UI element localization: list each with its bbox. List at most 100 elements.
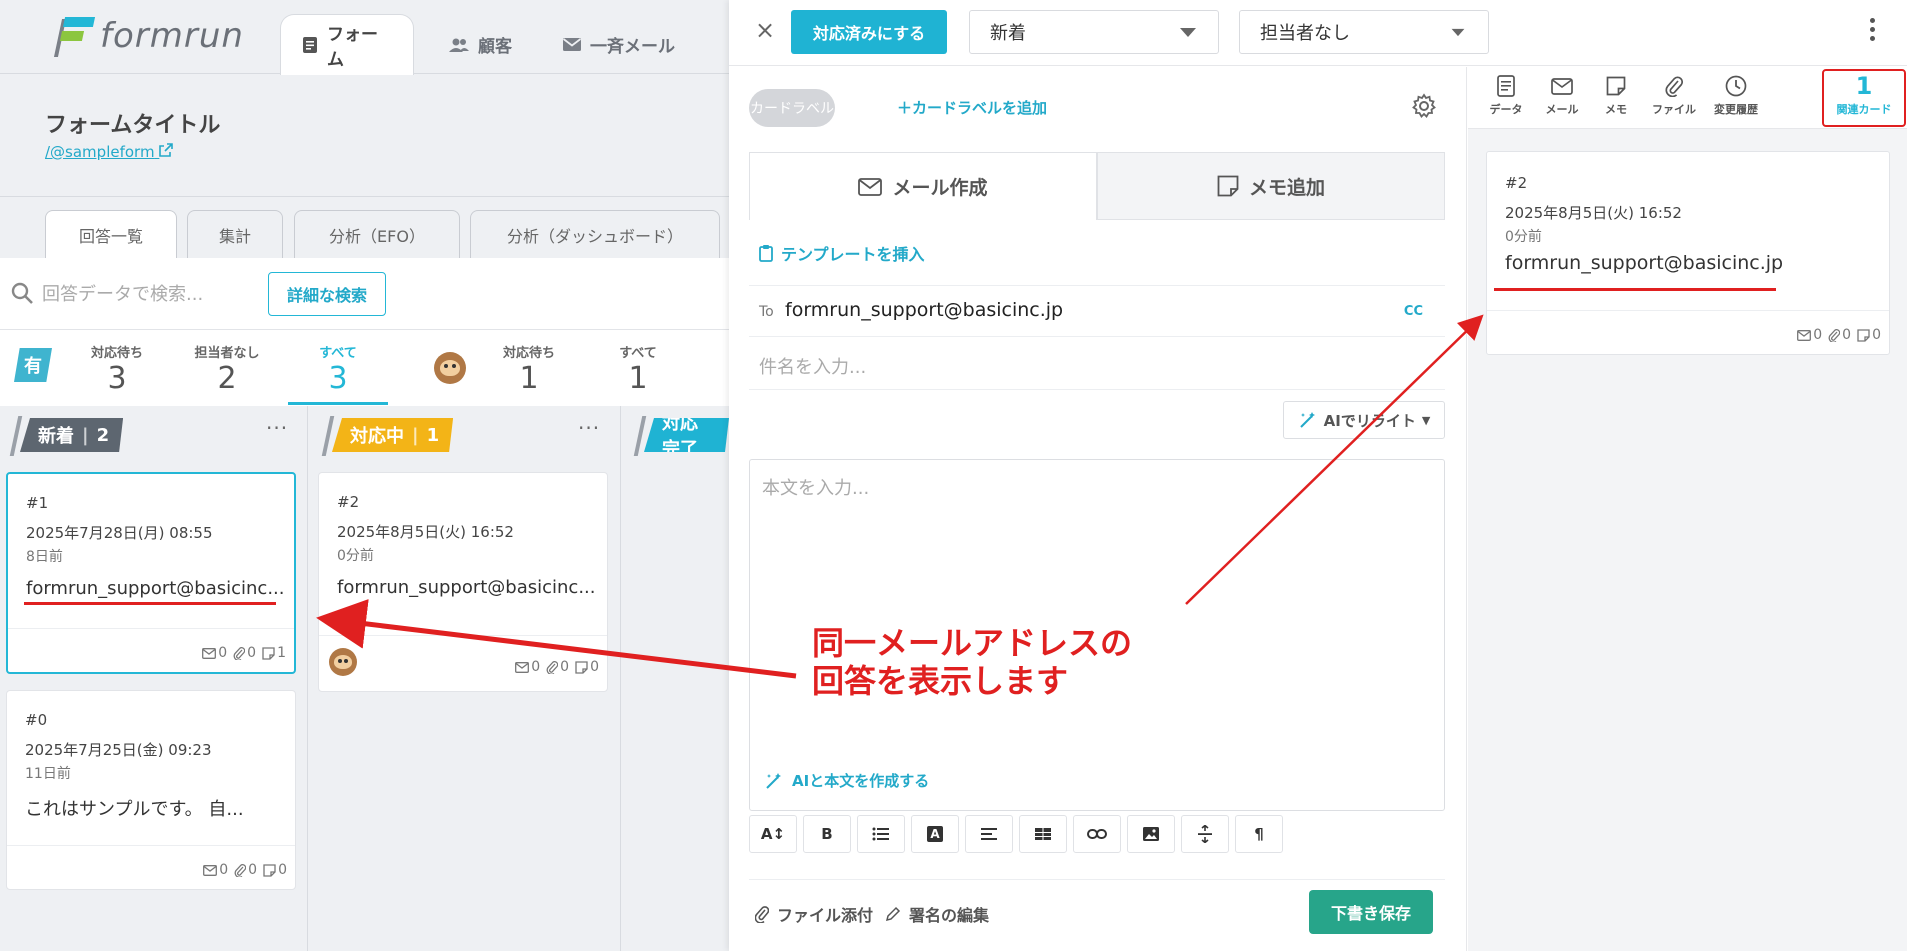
search-placeholder: 回答データで検索... (42, 284, 204, 305)
subtab-summary[interactable]: 集計 (187, 210, 283, 259)
tab-bulk-mail[interactable]: 一斉メール (542, 14, 695, 75)
align-button[interactable] (965, 815, 1013, 853)
status-stats: 有 対応待ち 3 担当者なし 2 すべて 3 対応待ち 1 すべて 1 (0, 330, 729, 406)
bullet-list-button[interactable] (857, 815, 905, 853)
side-tab-data[interactable]: データ (1476, 71, 1536, 125)
stat-user-waiting[interactable]: 対応待ち 1 (496, 342, 562, 397)
related-card[interactable]: #2 2025年8月5日(火) 16:52 0分前 formrun_suppor… (1486, 151, 1890, 355)
response-card[interactable]: #0 2025年7月25日(金) 09:23 11日前 これはサンプルです。 自… (6, 690, 296, 890)
memo-count: 1 (277, 645, 286, 661)
to-field[interactable]: To formrun_support@basicinc.jp CC (749, 285, 1445, 337)
response-detail-drawer: × 対応済みにする 新着 担当者なし カードラベル ＋カードラベルを追加 メール… (729, 0, 1907, 951)
subtab-efo[interactable]: 分析（EFO） (294, 210, 460, 259)
subtab-dashboard[interactable]: 分析（ダッシュボード） (470, 210, 720, 259)
tab-customers[interactable]: 顧客 (428, 14, 532, 75)
image-button[interactable] (1127, 815, 1175, 853)
column-done-title: 対応完了 (662, 413, 698, 460)
insert-template-link[interactable]: テンプレートを挿入 (759, 241, 925, 265)
column-new-title: 新着 (38, 426, 74, 447)
card-title: formrun_support@basicinc... (26, 578, 285, 599)
tab-bulk-mail-label: 一斉メール (590, 37, 675, 57)
column-label-done[interactable]: 対応完了 (644, 418, 729, 452)
table-icon (1035, 828, 1051, 840)
side-tab-memo[interactable]: メモ (1586, 71, 1646, 125)
advanced-search-button[interactable]: 詳細な検索 (268, 272, 386, 316)
card-counts: 0 0 0 (515, 659, 599, 675)
bold-button[interactable]: B (803, 815, 851, 853)
monkey-avatar-icon[interactable] (434, 352, 466, 384)
ai-compose-link[interactable]: AIと本文を作成する (764, 770, 929, 791)
formrun-logo[interactable]: formrun (53, 14, 244, 58)
chevron-down-icon (1451, 28, 1465, 37)
side-tab-history[interactable]: 変更履歴 (1706, 71, 1766, 125)
column-label-in-progress[interactable]: 対応中 | 1 (332, 418, 453, 452)
link-button[interactable] (1073, 815, 1121, 853)
font-size-button[interactable]: A↕ (749, 815, 797, 853)
magic-pen-icon (764, 771, 784, 791)
form-header: フォームタイトル /@sampleform (0, 75, 729, 195)
paperclip-icon (1644, 71, 1704, 101)
mail-icon (562, 37, 582, 52)
attach-file-link[interactable]: ファイル添付 (755, 902, 873, 926)
top-navigation: formrun フォーム 顧客 一斉メール (0, 0, 729, 75)
edit-signature-link[interactable]: 署名の編集 (885, 902, 989, 926)
side-tab-file[interactable]: ファイル (1644, 71, 1704, 125)
paragraph-button[interactable]: ¶ (1235, 815, 1283, 853)
search-input[interactable]: 回答データで検索... (10, 280, 203, 306)
compose-tabs: メール作成 メモ追加 (749, 152, 1445, 220)
horizontal-rule-button[interactable] (1181, 815, 1229, 853)
more-menu-icon[interactable] (1870, 18, 1875, 41)
response-card[interactable]: #2 2025年8月5日(火) 16:52 0分前 formrun_suppor… (318, 472, 608, 692)
card-counts: 0 0 1 (202, 645, 286, 661)
stat-all[interactable]: すべて 3 (308, 342, 368, 397)
mail-icon (202, 647, 217, 659)
card-date: 2025年8月5日(火) 16:52 (337, 523, 514, 541)
card-label-pill[interactable]: カードラベル (749, 89, 835, 127)
text-color-button[interactable]: A (911, 815, 959, 853)
ai-rewrite-button[interactable]: AIでリライト ▼ (1283, 401, 1445, 439)
card-relative-time: 11日前 (25, 766, 71, 782)
column-menu-icon[interactable]: ··· (266, 416, 288, 440)
to-label: To (759, 304, 774, 320)
mail-icon (858, 177, 883, 196)
mark-done-button[interactable]: 対応済みにする (791, 10, 947, 54)
tab-compose-mail-label: メール作成 (892, 177, 988, 199)
stat-unassigned[interactable]: 担当者なし 2 (186, 342, 268, 397)
card-title: formrun_support@basicinc... (337, 577, 596, 598)
annotation-line-1: 同一メールアドレスの (812, 624, 1133, 662)
file-count: 0 (247, 645, 257, 661)
subject-input[interactable]: 件名を入力... (759, 353, 866, 379)
subtab-responses[interactable]: 回答一覧 (45, 210, 177, 259)
tab-compose-mail[interactable]: メール作成 (749, 152, 1097, 220)
search-bar: 回答データで検索... 詳細な検索 (0, 258, 729, 330)
column-in-progress-title: 対応中 (350, 426, 404, 447)
tab-add-memo[interactable]: メモ追加 (1097, 152, 1445, 220)
annotation-underline (1494, 288, 1776, 291)
clock-icon (1706, 71, 1766, 101)
save-draft-button[interactable]: 下書き保存 (1309, 890, 1433, 934)
table-button[interactable] (1019, 815, 1067, 853)
side-tab-mail-label: メール (1545, 103, 1579, 116)
related-card-email: formrun_support@basicinc.jp (1505, 252, 1784, 274)
assignee-select[interactable]: 担当者なし (1239, 10, 1489, 54)
status-select[interactable]: 新着 (969, 10, 1219, 54)
editor-toolbar: A↕ B A ¶ (749, 815, 1283, 855)
column-new-count: 2 (96, 424, 110, 446)
response-card[interactable]: #1 2025年7月28日(月) 08:55 8日前 formrun_suppo… (6, 472, 296, 674)
gear-icon[interactable] (1411, 93, 1437, 123)
close-icon[interactable]: × (755, 16, 775, 44)
side-tab-related-cards[interactable]: 1 関連カード (1822, 69, 1906, 127)
stat-all-label: すべて (319, 346, 357, 361)
side-tab-mail[interactable]: メール (1532, 71, 1592, 125)
cc-toggle[interactable]: CC (1404, 304, 1423, 319)
paperclip-icon (234, 863, 247, 877)
column-menu-icon[interactable]: ··· (578, 416, 600, 440)
add-card-label-link[interactable]: ＋カードラベルを追加 (897, 97, 1047, 118)
tab-form[interactable]: フォーム (280, 14, 414, 75)
annotation-underline (24, 602, 276, 605)
form-url-link[interactable]: /@sampleform (45, 143, 174, 161)
stat-user-all[interactable]: すべて 1 (608, 342, 668, 397)
stat-waiting[interactable]: 対応待ち 3 (84, 342, 150, 397)
logo-text: formrun (100, 16, 244, 56)
column-label-new[interactable]: 新着 | 2 (20, 418, 123, 452)
